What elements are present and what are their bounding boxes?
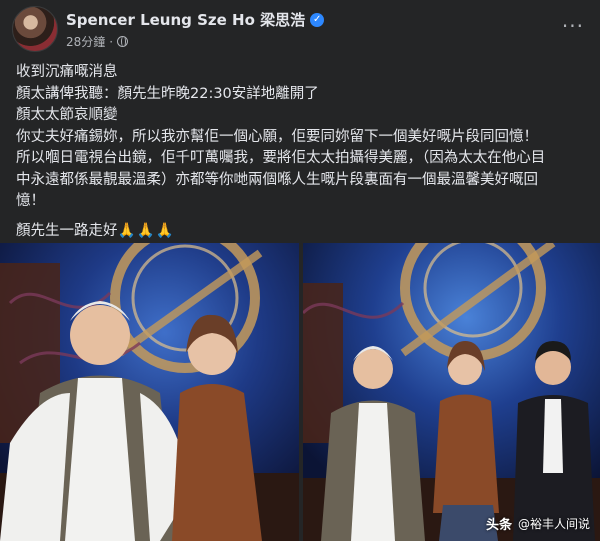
verified-badge-icon: ✓ <box>310 12 325 27</box>
post-line: 憶！ <box>16 193 45 209</box>
praying-hands-icon: 🙏🙏🙏 <box>117 222 175 239</box>
post-line: 所以嗰日電視台出鏡，佢千叮萬囑我，要將佢太太拍攝得美麗，（因為太太在他心目 <box>16 150 546 166</box>
author-avatar[interactable] <box>12 6 58 52</box>
post-photo-right[interactable]: 头条 @裕丰人间说 <box>303 243 600 541</box>
author-name[interactable]: Spencer Leung Sze Ho 梁思浩 <box>66 9 305 30</box>
studio-photo-two-people <box>0 243 299 541</box>
post-line: 你丈夫好痛錫妳，所以我亦幫佢一個心願，佢要同妳留下一個美好嘅片段同回憶！ <box>16 128 538 145</box>
watermark: 头条 @裕丰人间说 <box>486 514 590 533</box>
post-photo-left[interactable] <box>0 243 299 541</box>
watermark-handle: @裕丰人间说 <box>517 517 590 531</box>
closing-text: 顏先生一路走好 <box>16 222 118 239</box>
author-name-row: Spencer Leung Sze Ho 梁思浩 ✓ <box>66 9 325 30</box>
post-closing: 顏先生一路走好🙏🙏🙏 <box>16 221 586 243</box>
post-meta: 28分鐘 · <box>66 33 129 50</box>
post-line: 中永遠都係最靚最溫柔）亦都等你哋兩個喺人生嘅片段裏面有一個最溫馨美好嘅回 <box>16 171 538 188</box>
watermark-logo: 头条 <box>485 518 512 533</box>
more-options-icon[interactable]: ··· <box>562 14 584 38</box>
post-body: 收到沉痛嘅消息 顏太講俾我聽：顏先生昨晚22:30安詳地離開了 顏太太節哀順變 … <box>16 62 586 242</box>
post-header: Spencer Leung Sze Ho 梁思浩 ✓ 28分鐘 · ··· <box>0 0 600 56</box>
post-timestamp[interactable]: 28分鐘 <box>66 33 105 50</box>
post-line: 收到沉痛嘅消息 <box>16 64 118 80</box>
post-line: 顏太講俾我聽：顏先生昨晚22:30安詳地離開了 <box>16 85 319 102</box>
studio-photo-three-people <box>303 243 600 541</box>
globe-icon <box>117 36 129 47</box>
post-line: 顏太太節哀順變 <box>16 107 118 123</box>
